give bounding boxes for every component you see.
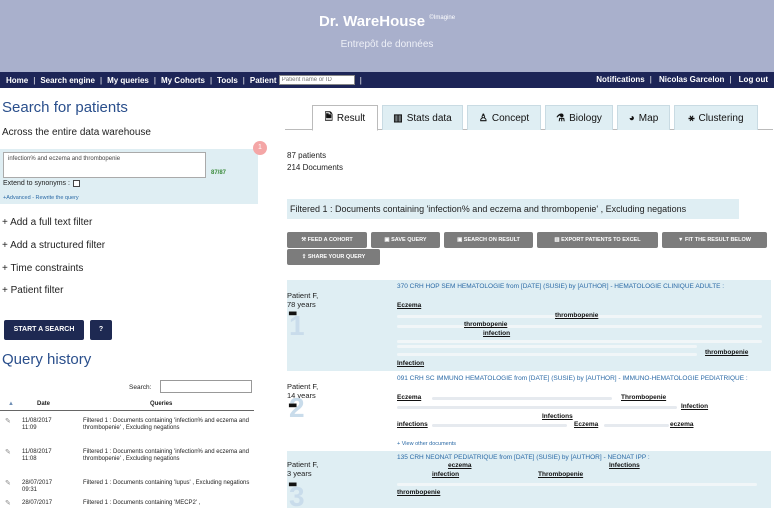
- stats-icon: ▥: [393, 112, 403, 124]
- highlight-keyword: eczema: [670, 421, 694, 428]
- highlight-keyword: infection: [483, 330, 511, 337]
- result-item: Patient F, 14 years ▬ 2 091 CRH SC IMMUNO…: [287, 372, 771, 450]
- pin-icon[interactable]: ✎: [5, 500, 11, 507]
- highlight-keyword: Thrombopenie: [621, 394, 667, 401]
- add-structured-filter[interactable]: + Add a structured filter: [2, 240, 105, 251]
- highlight-keyword: thrombopenie: [397, 489, 441, 496]
- query-history-title: Query history: [2, 351, 92, 368]
- fit-result-button[interactable]: ▼ FIT THE RESULT BELOW: [662, 232, 767, 248]
- highlight-keyword: Eczema: [397, 302, 422, 309]
- tab-result[interactable]: 🗎 Result: [312, 105, 378, 131]
- history-table-header: ▲ Date Queries: [0, 397, 254, 411]
- highlight-keyword: Eczema: [397, 394, 422, 401]
- share-query-button[interactable]: ⇪ SHARE YOUR QUERY: [287, 249, 380, 265]
- search-on-result-button[interactable]: ▣ SEARCH ON RESULT: [444, 232, 533, 248]
- nav-search-engine[interactable]: Search engine: [40, 76, 95, 85]
- highlight-keyword: Infections: [542, 413, 573, 420]
- pin-icon[interactable]: ✎: [5, 480, 11, 487]
- document-title[interactable]: 370 CRH HOP SEM HEMATOLOGIE from [DATE] …: [397, 283, 762, 291]
- feed-cohort-button[interactable]: ⚒ FEED A COHORT: [287, 232, 367, 248]
- search-panel: Search for patients Across the entire da…: [0, 88, 270, 508]
- tab-stats-data[interactable]: ▥ Stats data: [382, 105, 463, 130]
- tab-clustering[interactable]: ⚹ Clustering: [674, 105, 758, 130]
- patients-count: 87 patients: [287, 151, 327, 160]
- col-queries[interactable]: Queries: [150, 401, 172, 407]
- patient-info[interactable]: Patient F, 3 years: [287, 460, 387, 478]
- pin-icon[interactable]: ✎: [5, 418, 11, 425]
- highlight-keyword: eczema: [448, 462, 472, 469]
- concept-icon: ♙: [478, 112, 488, 124]
- copyright-mark: ©Imagine: [429, 15, 456, 21]
- search-title: Search for patients: [2, 99, 128, 116]
- col-date[interactable]: Date: [37, 401, 50, 407]
- search-subtitle: Across the entire data warehouse: [2, 127, 151, 138]
- result-number: 1: [289, 310, 305, 341]
- filter-summary: Filtered 1 : Documents containing 'infec…: [287, 199, 739, 219]
- nav-user-name[interactable]: Nicolas Garcelon: [659, 75, 724, 84]
- pin-icon[interactable]: ✎: [5, 449, 11, 456]
- nav-patient-label: Patient: [249, 75, 277, 85]
- document-title[interactable]: 091 CRH SC IMMUNO HEMATOLOGIE from [DATE…: [397, 375, 762, 383]
- result-number: 2: [289, 392, 305, 423]
- nav-my-cohorts[interactable]: My Cohorts: [161, 76, 205, 85]
- nav-home[interactable]: Home: [6, 76, 28, 85]
- advanced-link[interactable]: +Advanced - Rewrite the query: [3, 195, 79, 201]
- result-item: Patient F, 3 years ▬ 3 135 CRH NEONAT PED…: [287, 451, 771, 508]
- clustering-icon: ⚹: [688, 112, 695, 124]
- highlight-keyword: Infection: [397, 360, 425, 367]
- document-icon: 🗎: [324, 111, 333, 123]
- history-search-label: Search:: [129, 384, 152, 391]
- result-tabs: 🗎 Result ▥ Stats data ♙ Concept ⚗ Biology ◕ M…: [285, 105, 773, 131]
- result-number: 3: [289, 481, 305, 508]
- patient-filter[interactable]: + Patient filter: [2, 285, 63, 296]
- help-button[interactable]: ?: [90, 320, 112, 340]
- highlight-keyword: Infection: [681, 403, 709, 410]
- view-other-documents-link[interactable]: + View other documents: [397, 441, 456, 447]
- result-item: Patient F, 78 years ▬ 1 370 CRH HOP SEM H…: [287, 280, 771, 371]
- highlight-keyword: thrombopenie: [705, 349, 749, 356]
- highlight-keyword: Infections: [609, 462, 640, 469]
- tab-concept[interactable]: ♙ Concept: [467, 105, 541, 130]
- add-full-text-filter[interactable]: + Add a full text filter: [2, 217, 92, 228]
- tab-biology[interactable]: ⚗ Biology: [545, 105, 613, 130]
- map-icon: ◕: [628, 112, 635, 124]
- query-number-badge: 1: [253, 141, 267, 155]
- time-constraints[interactable]: + Time constraints: [2, 263, 83, 274]
- patient-search-input[interactable]: [278, 75, 355, 85]
- highlight-keyword: Eczema: [574, 421, 599, 428]
- nav-my-queries[interactable]: My queries: [107, 76, 149, 85]
- export-excel-button[interactable]: ▥ EXPORT PATIENTS TO EXCEL: [537, 232, 658, 248]
- app-header: Dr. WareHouse ©Imagine Entrepôt de donné…: [0, 0, 774, 72]
- document-title[interactable]: 135 CRH NEONAT PEDIATRIQUE from [DATE] (…: [397, 454, 762, 462]
- app-subtitle: Entrepôt de données: [340, 39, 434, 50]
- history-search-input[interactable]: [160, 380, 252, 393]
- highlight-keyword: thrombopenie: [464, 321, 508, 328]
- highlight-keyword: Thrombopenie: [538, 471, 584, 478]
- highlight-keyword: thrombopenie: [555, 312, 599, 319]
- save-query-button[interactable]: ▣ SAVE QUERY: [371, 232, 440, 248]
- highlight-keyword: infections: [397, 421, 428, 428]
- query-input[interactable]: infection% and eczema and thrombopenie: [3, 152, 206, 178]
- patient-info[interactable]: Patient F, 78 years: [287, 291, 387, 309]
- query-count: 87/87: [211, 170, 227, 176]
- sort-icon[interactable]: ▲: [8, 401, 14, 407]
- start-search-button[interactable]: START A SEARCH: [4, 320, 84, 340]
- synonyms-toggle: Extend to synonyms :: [3, 180, 80, 187]
- synonyms-label: Extend to synonyms :: [3, 180, 70, 187]
- app-title: Dr. WareHouse ©Imagine: [318, 13, 456, 30]
- biology-icon: ⚗: [556, 112, 566, 124]
- nav-logout[interactable]: Log out: [739, 75, 768, 84]
- nav-notifications[interactable]: Notifications: [596, 75, 644, 84]
- highlight-keyword: infection: [432, 471, 460, 478]
- nav-tools[interactable]: Tools: [217, 76, 238, 85]
- synonyms-checkbox[interactable]: [72, 180, 80, 187]
- tab-map[interactable]: ◕ Map: [617, 105, 670, 130]
- documents-count: 214 Documents: [287, 163, 344, 172]
- top-nav: Home | Search engine | My queries | My Coho…: [0, 72, 774, 88]
- query-box: infection% and eczema and thrombopenie 8…: [0, 149, 258, 204]
